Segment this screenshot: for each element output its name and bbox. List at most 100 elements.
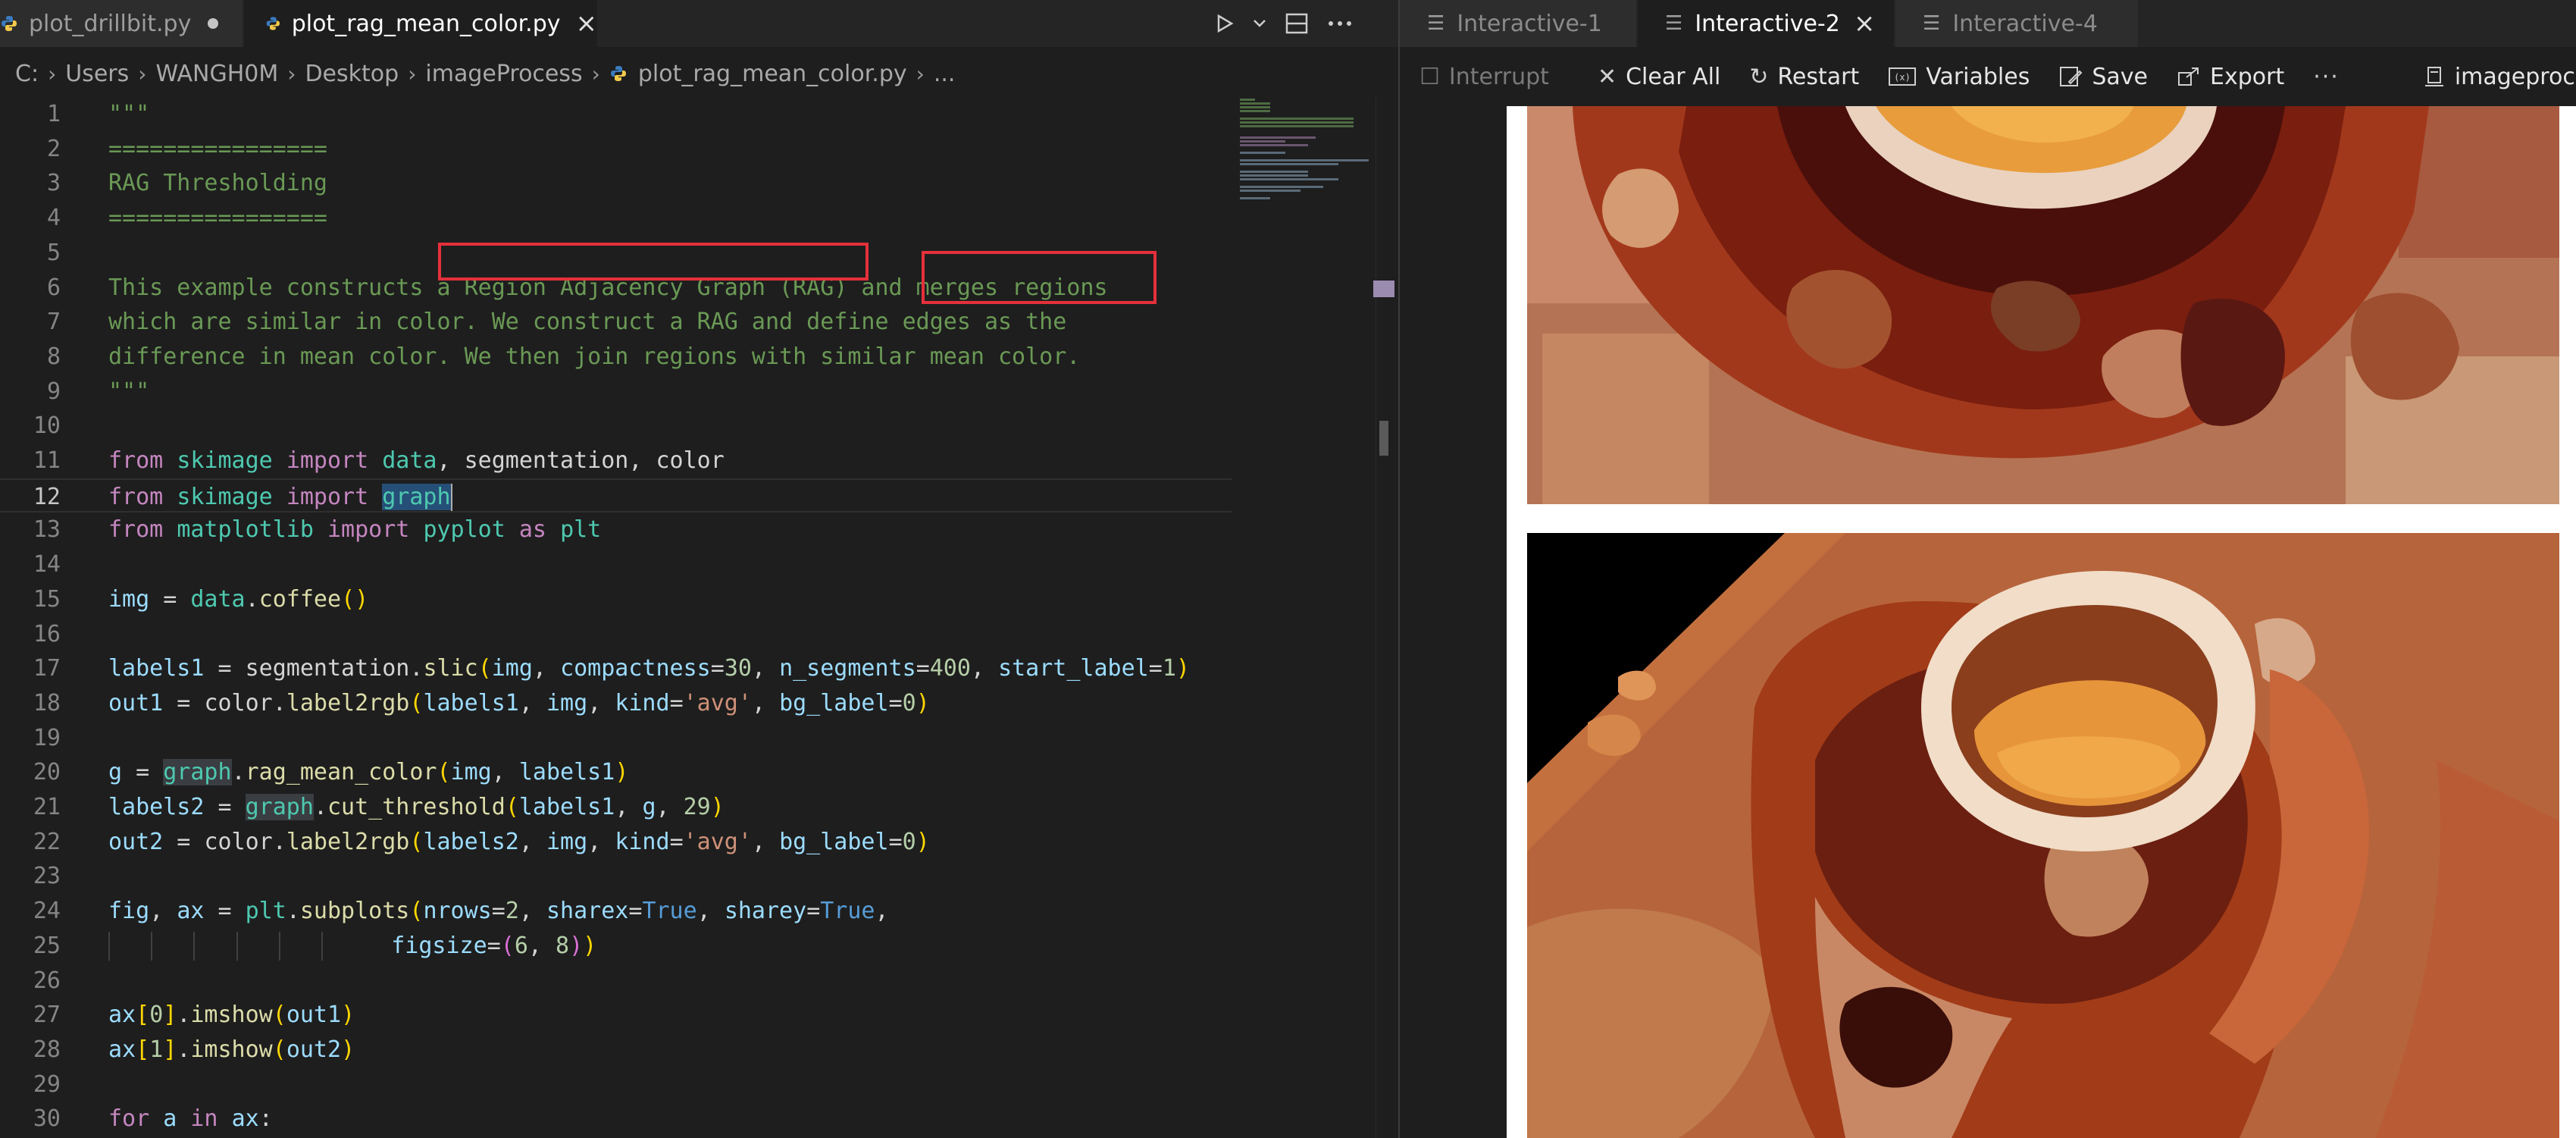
docstring: difference in mean color. We then join r… [108,343,1081,370]
keyword-arg: sharey [724,898,807,925]
export-button[interactable]: Export [2177,64,2284,90]
code-line: 23 [0,859,1232,894]
play-icon[interactable] [1213,12,1235,35]
docstring: This example constructs [108,274,437,301]
variable: img [450,759,492,786]
docstring: RAG Thresholding [108,170,327,197]
tab-interactive-4[interactable]: ☰ Interactive-4 [1895,0,2138,47]
chevron-down-icon[interactable] [1252,12,1267,35]
variables-button[interactable]: (x) Variables [1888,64,2030,90]
number: 30 [724,655,752,682]
minimap[interactable] [1235,97,1376,203]
restart-button[interactable]: ↻ Restart [1749,64,1859,90]
annotation-box-rag [438,243,869,281]
chevron-right-icon: › [916,61,925,86]
number: 0 [902,828,916,855]
variable: ax [177,898,205,925]
save-icon [2060,67,2083,86]
code-line: 17 labels1 = segmentation.slic(img, compa… [0,651,1232,686]
code-line: 21 labels2 = graph.cut_threshold(labels1,… [0,790,1232,825]
line-number: 8 [46,343,61,370]
breadcrumb-desktop[interactable]: Desktop [305,61,399,87]
variables-icon: (x) [1889,67,1917,86]
export-icon [2178,67,2199,86]
function-name: slic [423,655,478,682]
keyword-arg: bg_label [779,828,889,855]
tab-label: Interactive-2 [1695,10,1840,37]
tab-label: Interactive-4 [1952,10,2098,37]
code-line: 24 fig, ax = plt.subplots(nrows=2, sharex… [0,894,1232,929]
line-number: 15 [33,585,61,613]
python-file-icon [610,66,626,81]
unsaved-dot-icon[interactable] [208,18,219,29]
code-line: 30 for a in ax: [0,1102,1232,1136]
code-editor[interactable]: plot_drillbit.py plot_rag_mean_color.py … [0,0,1399,1138]
line-number: 22 [33,828,61,855]
keyword-arg: start_label [998,655,1149,682]
code-line: 3 RAG Thresholding [0,166,1232,201]
keyword-arg: figsize [391,932,487,959]
keyword-arg: n_segments [779,655,916,682]
module-name: segmentation [464,447,629,474]
line-number: 10 [33,412,61,440]
keyword: from [108,447,164,474]
number: 1 [149,1036,164,1063]
scrollbar-thumb[interactable] [1379,421,1388,456]
variable: out2 [286,1036,342,1063]
tab-plot-drillbit[interactable]: plot_drillbit.py [0,0,243,47]
module-name: data [190,585,246,613]
boolean: True [820,898,875,925]
tab-label: Interactive-1 [1457,10,1602,37]
split-editor-icon[interactable] [1284,12,1310,35]
line-number: 12 [33,483,61,510]
keyword-arg: kind [615,828,670,855]
module-name: matplotlib [177,516,314,544]
ellipsis-icon[interactable] [1326,12,1354,35]
breadcrumb-file[interactable]: plot_rag_mean_color.py [638,61,907,87]
editor-tab-bar: plot_drillbit.py plot_rag_mean_color.py … [0,0,1398,47]
function-name: imshow [190,1036,273,1063]
breadcrumb-users[interactable]: Users [65,61,129,87]
clear-all-button[interactable]: ✕ Clear All [1598,64,1720,90]
tab-interactive-2[interactable]: ☰ Interactive-2 × [1638,0,1894,47]
breadcrumb-symbol[interactable]: ... [934,61,956,87]
line-number: 5 [46,239,61,266]
more-actions-button[interactable]: ··· [2313,64,2349,90]
code-line: 15 img = data.coffee() [0,582,1232,617]
vertical-scrollbar[interactable] [1376,97,1399,1138]
code-line: 29 [0,1067,1232,1102]
number: 0 [149,1002,164,1029]
breadcrumb-drive[interactable]: C: [15,61,39,87]
line-number: 11 [33,447,61,474]
kernel-picker[interactable]: imageproces [2423,64,2576,90]
code-line: 19 [0,721,1232,756]
selected-word: graph [382,483,451,510]
line-number: 6 [46,274,61,301]
line-number: 2 [46,135,61,162]
line-number: 26 [33,967,61,994]
keyword: as [518,516,546,544]
variable: img [546,689,588,716]
string: 'avg' [683,828,752,855]
close-icon[interactable]: × [576,8,598,39]
output-area[interactable] [1400,106,2576,1138]
highlighted-occurrence: graph [163,759,232,786]
code-area[interactable]: 1 """ 2 ================ 3 RAG Thresholding… [0,97,1232,1138]
code-line: 8 difference in mean color. We then join … [0,340,1232,375]
breadcrumb: C: › Users › WANGH0M › Desktop › imagePr… [0,47,1398,100]
close-icon[interactable]: × [1854,8,1876,39]
chevron-right-icon: › [48,61,57,86]
tab-plot-rag-mean-color[interactable]: plot_rag_mean_color.py × [244,0,597,47]
interrupt-button[interactable]: ☐ Interrupt [1419,64,1549,90]
tab-interactive-1[interactable]: ☰ Interactive-1 [1400,0,1636,47]
breadcrumb-folder[interactable]: imageProcess [425,61,582,87]
module-name: color [204,689,273,716]
breadcrumb-user[interactable]: WANGH0M [155,61,278,87]
ellipsis-icon: ··· [2313,63,2340,90]
line-number: 16 [33,620,61,647]
number: 6 [514,932,528,959]
line-number: 4 [46,205,61,232]
save-button[interactable]: Save [2058,64,2148,90]
module-name: pyplot [423,516,505,544]
module-name: skimage [177,447,273,474]
